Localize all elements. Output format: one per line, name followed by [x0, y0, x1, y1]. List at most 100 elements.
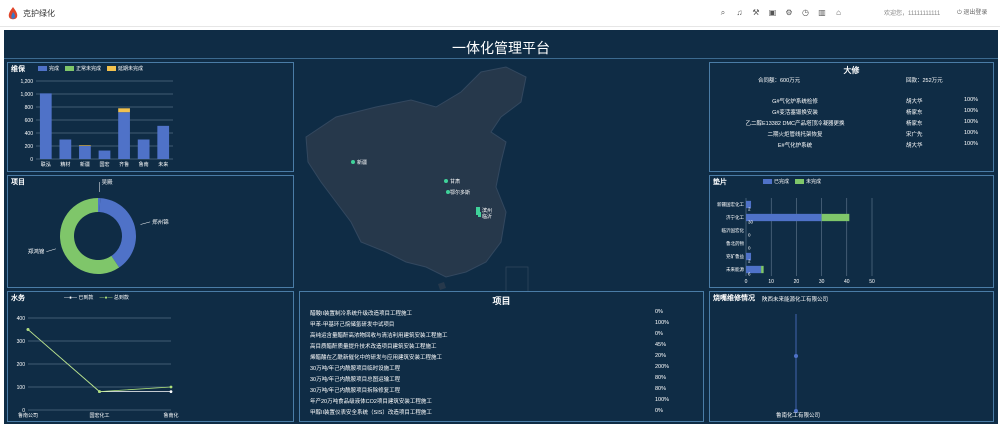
y-tick-label: 200 — [25, 144, 34, 150]
svg-text:滨州: 滨州 — [482, 207, 492, 214]
data-label: 0 — [748, 233, 751, 238]
daxiu-row-name: 乙二醇E13382 DMC产品塔顶冷凝器更换 — [745, 121, 845, 127]
welcome-text: 欢迎您，11111111111 — [884, 11, 941, 17]
legend-item-received: —●— 已到款 — [64, 295, 94, 301]
dianpian-chart: 0 10 20 30 40 50新疆国宏化工2济宁化工30临沂国宏化0鲁北药物0兖矿鲁益2… — [717, 198, 875, 285]
project-row-pct: 200% — [655, 364, 670, 370]
project-row-pct: 100% — [655, 397, 670, 403]
bar — [79, 146, 91, 159]
x-tick-label: 20 — [794, 279, 800, 285]
logout-label[interactable]: 退出登录 — [963, 10, 987, 16]
bar — [118, 108, 130, 113]
donut-label: 郑鸿锦 — [28, 248, 45, 256]
daxiu-row-person: 胡大华 — [906, 143, 923, 149]
project-row-name[interactable]: 30万吨/年己内酰胺项目总图运输工程 — [310, 375, 400, 383]
project-row-name[interactable]: 甲苯-甲基环己烷储氢研发中试项目 — [310, 320, 394, 328]
series-line — [27, 329, 172, 393]
daxiu-row-person: 宋广先 — [906, 132, 923, 138]
bar — [137, 139, 150, 159]
y-tick-label: 新疆国宏化工 — [717, 201, 744, 208]
project-row-name[interactable]: 30万吨/年己内酰胺项目临时设施工程 — [310, 364, 400, 372]
project-row-pct: 80% — [655, 375, 667, 381]
project-row-name[interactable]: 甲醇II装置仪表安全系统（SIS）改造项目工程施工 — [310, 408, 432, 416]
logout-button[interactable]: ⏻ 退出登录 — [957, 7, 987, 17]
legend-item-normal: 正常未完成 — [65, 65, 101, 72]
x-tick-label: 10 — [768, 279, 774, 285]
clock-icon[interactable]: ◷ — [798, 7, 814, 19]
map-shape — [305, 66, 527, 278]
map-inset — [505, 266, 529, 292]
y-tick-label: 未来能源 — [726, 266, 744, 273]
daxiu-row-pct: 100% — [964, 141, 979, 147]
gear-icon[interactable]: ⚙ — [781, 7, 797, 19]
daxiu-row-pct: 100% — [964, 108, 979, 114]
x-tick-label: 国宏化工 — [89, 412, 109, 419]
series-line — [27, 329, 171, 392]
x-tick-label: 鲁南 — [139, 161, 149, 168]
donut-label: 郑州锦 — [152, 218, 169, 226]
data-point — [26, 328, 30, 331]
project-row-pct: 20% — [655, 353, 667, 359]
shaolou-title: 烧嘴维修情况 — [713, 295, 755, 302]
top-bar: 克护绿化 ⌕ ♫ ⚒ ▣ ⚙ ◷ ▥ ⌂ 欢迎您，11111111111 ⏻ 退… — [0, 0, 1000, 27]
shaolou-bottom-label: 鲁南化工有限公司 — [776, 413, 821, 419]
map-marker-ordos[interactable]: 鄂尔多斯 — [446, 189, 470, 196]
y-tick-label: 800 — [25, 105, 34, 111]
project-row-name[interactable]: 30万吨/年己内酰胺项目拆除修复工程 — [310, 386, 400, 394]
project-row-name[interactable]: 烯醋酸在乙酰新催化中的研发与应用建筑安装工程施工 — [310, 353, 442, 361]
x-tick-label: 0 — [745, 279, 748, 285]
project-row-name[interactable]: 年产20万吨食品级液体CO2项目建筑安装工程施工 — [310, 397, 432, 405]
svg-text:临沂: 临沂 — [482, 213, 492, 220]
y-tick-label: 济宁化工 — [726, 214, 744, 221]
project-row-pct: 100% — [655, 320, 670, 326]
search-icon[interactable]: ⌕ — [715, 7, 731, 19]
project-row-name[interactable]: 高纯运含量醋酐高浓物回收与清洁利用建筑安装工程施工 — [310, 331, 448, 339]
project-row-name[interactable]: 醋酸II装置制冷系统升级改造项目工程施工 — [310, 309, 412, 317]
shuiwu-panel: 水务 —●— 已到款 —●— 总到款 0 100 200 300 400 鲁南公司 国宏化工… — [7, 291, 294, 422]
weibao-legend: 完成 正常未完成 延期未完成 — [38, 65, 143, 72]
bar — [59, 139, 72, 159]
x-tick-label: 40 — [844, 279, 850, 285]
daxiu-row-pct: 100% — [964, 97, 979, 103]
y-tick-label: 200 — [17, 362, 26, 368]
shuiwu-legend: —●— 已到款 —●— 总到款 — [64, 294, 129, 301]
donut-leader — [140, 221, 151, 225]
daxiu-row-pct: 100% — [964, 130, 979, 136]
y-tick-label: 100 — [17, 385, 26, 391]
chart-icon[interactable]: ▥ — [814, 7, 830, 19]
bar — [157, 125, 170, 159]
home-icon[interactable]: ⌂ — [831, 7, 847, 19]
x-tick-label: 未来 — [158, 161, 168, 168]
project-row-pct: 45% — [655, 342, 667, 348]
y-tick-label: 兖矿鲁益 — [726, 253, 744, 260]
calendar-icon[interactable]: ▣ — [765, 7, 781, 19]
data-label: 30 — [748, 220, 754, 225]
legend-item-delay: 延期未完成 — [107, 65, 143, 72]
project-list-panel: 项目 醋酸II装置制冷系统升级改造项目工程施工 0% 甲苯-甲基环己烷储氢研发中试项… — [299, 291, 704, 422]
y-tick-label: 鲁北药物 — [726, 240, 744, 247]
legend-item-done: 完成 — [38, 65, 59, 72]
y-tick-label: 300 — [17, 339, 26, 345]
daxiu-row-name: E#气化炉系统 — [777, 143, 813, 149]
project-row-pct: 0% — [655, 408, 663, 414]
daxiu-row-name: G#气化炉系统检修 — [772, 99, 818, 105]
wrench-icon[interactable]: ⚒ — [748, 7, 764, 19]
daxiu-row-name: G#变活塞锻换安装 — [772, 110, 818, 116]
project-row-name[interactable]: 高目质醋酐质量提升技术改造项目建筑安装工程施工 — [310, 342, 437, 350]
page-title: 一体化管理平台 — [452, 40, 550, 56]
x-tick-label: 联泓 — [41, 161, 51, 168]
daxiu-row-person: 胡大华 — [906, 99, 923, 105]
y-tick-label: 1,200 — [20, 79, 33, 85]
daxiu-panel: 大修 合同额：600万元 回款：252万元 G#气化炉系统检修 胡大华 100% G#… — [709, 62, 994, 172]
bar — [118, 112, 130, 159]
bell-icon[interactable]: ♫ — [732, 7, 748, 19]
donut-leader — [46, 248, 56, 252]
y-tick-label: 400 — [25, 131, 34, 137]
bar — [79, 145, 91, 146]
y-tick-label: 临沂国宏化 — [722, 227, 745, 234]
svg-text:鄂尔多斯: 鄂尔多斯 — [450, 189, 470, 196]
dashboard: 一体化管理平台 维保 完成 正常未完成 延期未完成 0 200 400 600 800 1… — [4, 30, 998, 424]
daxiu-row-person: 杨家东 — [906, 121, 923, 127]
x-tick-label: 新疆 — [80, 161, 90, 168]
donut-slice — [99, 198, 136, 268]
